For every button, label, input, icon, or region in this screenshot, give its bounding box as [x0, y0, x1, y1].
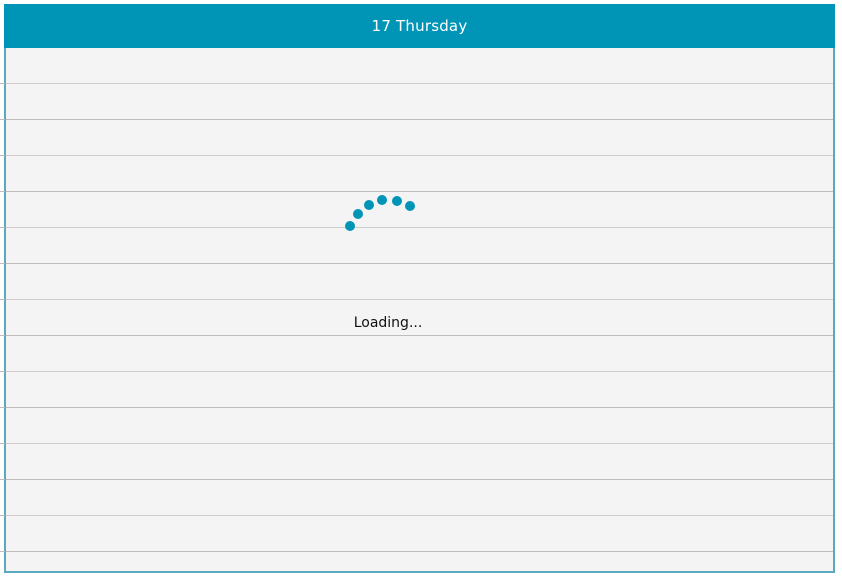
time-slot-row[interactable] [6, 84, 833, 120]
time-slot-row[interactable] [6, 408, 833, 444]
time-tick [0, 335, 5, 336]
day-label: 17 Thursday [371, 17, 468, 35]
time-slot-row[interactable] [6, 336, 833, 372]
time-tick [0, 263, 5, 264]
time-tick [0, 515, 5, 516]
time-slot-row[interactable] [6, 264, 833, 300]
day-header: 17 Thursday [4, 4, 835, 48]
time-slot-row[interactable] [6, 444, 833, 480]
time-tick [0, 227, 5, 228]
time-tick [0, 191, 5, 192]
time-tick [0, 479, 5, 480]
time-tick [0, 299, 5, 300]
time-slot-row[interactable] [6, 516, 833, 552]
time-slot-row[interactable] [6, 480, 833, 516]
time-tick [0, 119, 5, 120]
spinner-dot [353, 209, 363, 219]
time-slot-grid [6, 48, 833, 571]
spinner-dot [364, 200, 374, 210]
loading-text: Loading... [353, 315, 423, 331]
time-tick [0, 551, 5, 552]
loading-spinner-icon [345, 195, 415, 231]
time-tick [0, 155, 5, 156]
spinner-dot [392, 196, 402, 206]
time-tick [0, 371, 5, 372]
time-slot-row[interactable] [6, 48, 833, 84]
spinner-dot [345, 221, 355, 231]
left-ticks [0, 48, 5, 573]
time-slot-row[interactable] [6, 552, 833, 571]
spinner-dot [377, 195, 387, 205]
spinner-dot [405, 201, 415, 211]
time-tick [0, 83, 5, 84]
time-slot-row[interactable] [6, 120, 833, 156]
time-slot-row[interactable] [6, 372, 833, 408]
time-tick [0, 443, 5, 444]
time-tick [0, 407, 5, 408]
